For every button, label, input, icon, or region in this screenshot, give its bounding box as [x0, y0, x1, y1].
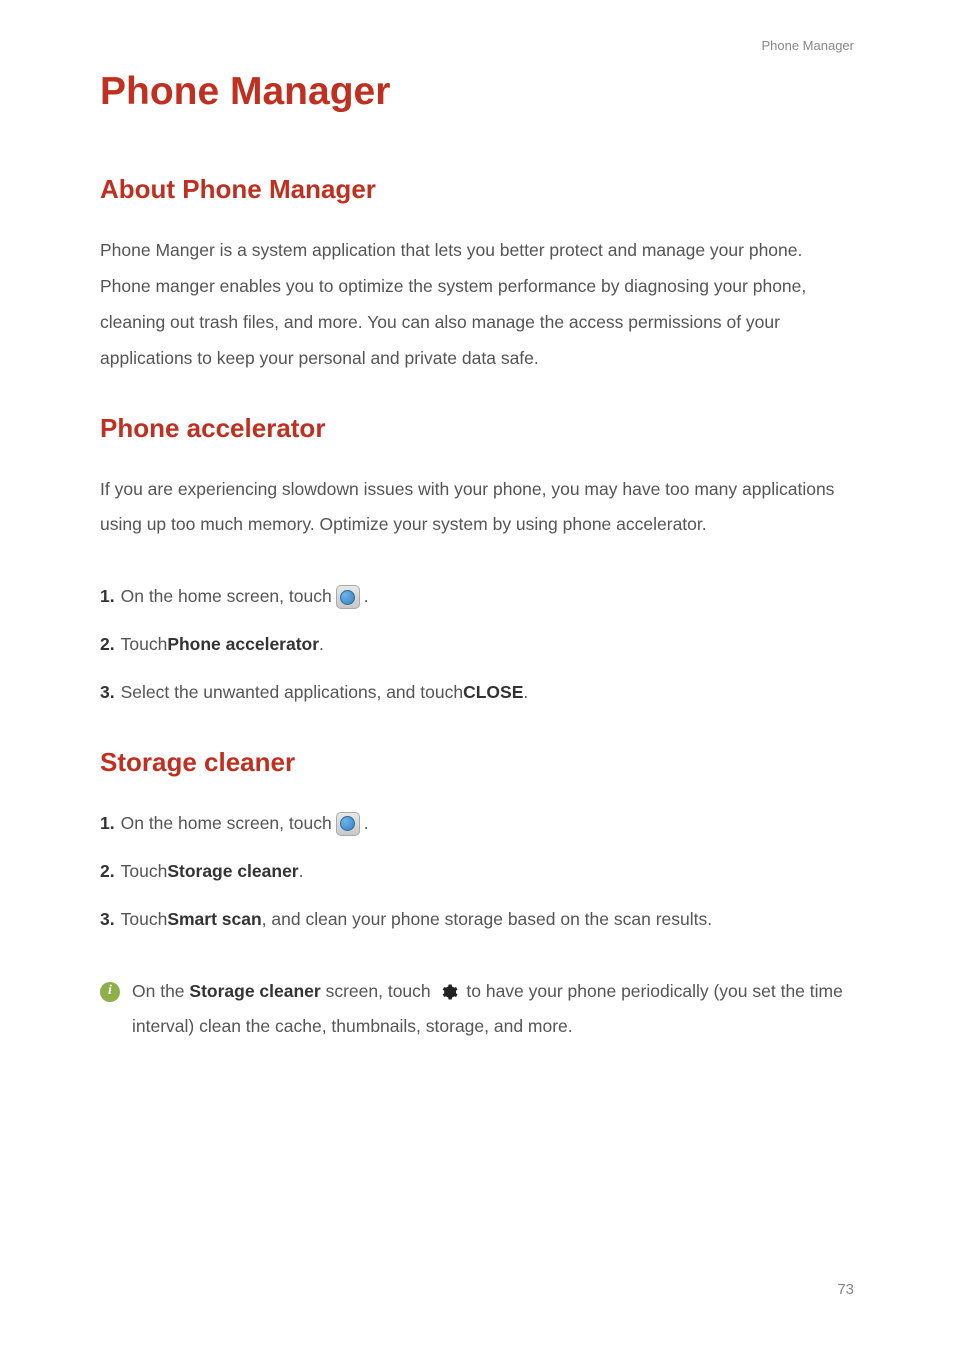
- step-bold: CLOSE: [463, 675, 523, 711]
- cleaner-tip: i On the Storage cleaner screen, touch t…: [100, 974, 854, 1046]
- header-section-label: Phone Manager: [761, 38, 854, 53]
- accelerator-body: If you are experiencing slowdown issues …: [100, 472, 854, 544]
- tip-content: On the Storage cleaner screen, touch to …: [132, 974, 854, 1046]
- step-text: On the home screen, touch: [121, 579, 332, 615]
- page-number: 73: [837, 1281, 854, 1298]
- step-text: Select the unwanted applications, and to…: [121, 675, 463, 711]
- step-text-trail: .: [523, 675, 528, 711]
- phone-manager-app-icon: [336, 812, 360, 836]
- step-text-trail: , and clean your phone storage based on …: [262, 902, 712, 938]
- page-title: Phone Manager: [100, 70, 854, 114]
- tip-text-a: On the: [132, 981, 189, 1001]
- step-text-trail: .: [364, 806, 369, 842]
- about-heading: About Phone Manager: [100, 174, 854, 205]
- step-number: 3.: [100, 675, 115, 711]
- cleaner-steps: 1. On the home screen, touch . 2. Touch …: [100, 806, 854, 938]
- cleaner-step-1: 1. On the home screen, touch .: [100, 806, 854, 842]
- accelerator-steps: 1. On the home screen, touch . 2. Touch …: [100, 579, 854, 711]
- settings-gear-icon: [440, 983, 458, 1001]
- cleaner-step-3: 3. Touch Smart scan , and clean your pho…: [100, 902, 854, 938]
- step-text: Touch: [121, 854, 168, 890]
- step-text: On the home screen, touch: [121, 806, 332, 842]
- info-icon: i: [100, 982, 120, 1002]
- step-number: 1.: [100, 806, 115, 842]
- step-number: 2.: [100, 627, 115, 663]
- step-bold: Phone accelerator: [167, 627, 319, 663]
- tip-text-b: screen, touch: [321, 981, 436, 1001]
- accelerator-step-2: 2. Touch Phone accelerator .: [100, 627, 854, 663]
- step-text: Touch: [121, 627, 168, 663]
- tip-bold-1: Storage cleaner: [189, 981, 320, 1001]
- step-bold: Smart scan: [167, 902, 261, 938]
- step-text-trail: .: [364, 579, 369, 615]
- step-number: 1.: [100, 579, 115, 615]
- step-text: Touch: [121, 902, 168, 938]
- step-text-trail: .: [299, 854, 304, 890]
- about-body: Phone Manger is a system application tha…: [100, 233, 854, 377]
- accelerator-step-3: 3. Select the unwanted applications, and…: [100, 675, 854, 711]
- step-number: 2.: [100, 854, 115, 890]
- cleaner-step-2: 2. Touch Storage cleaner .: [100, 854, 854, 890]
- step-bold: Storage cleaner: [167, 854, 298, 890]
- step-text-trail: .: [319, 627, 324, 663]
- phone-manager-app-icon: [336, 585, 360, 609]
- cleaner-heading: Storage cleaner: [100, 747, 854, 778]
- accelerator-heading: Phone accelerator: [100, 413, 854, 444]
- accelerator-step-1: 1. On the home screen, touch .: [100, 579, 854, 615]
- step-number: 3.: [100, 902, 115, 938]
